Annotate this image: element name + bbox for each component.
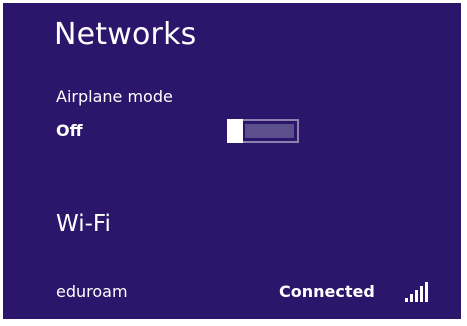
networks-panel: Networks Airplane mode Off Wi-Fi eduroam…	[3, 3, 461, 319]
airplane-mode-state: Off	[56, 121, 83, 140]
network-name: eduroam	[56, 282, 128, 301]
airplane-mode-label: Airplane mode	[56, 87, 173, 106]
network-status: Connected	[279, 282, 375, 301]
toggle-track	[245, 124, 294, 138]
network-item-eduroam[interactable]: eduroam Connected	[43, 275, 453, 311]
signal-strength-icon	[405, 282, 428, 302]
wifi-heading: Wi-Fi	[56, 211, 111, 237]
page-title: Networks	[54, 17, 197, 52]
airplane-mode-toggle[interactable]	[227, 119, 299, 143]
toggle-thumb[interactable]	[227, 119, 243, 143]
